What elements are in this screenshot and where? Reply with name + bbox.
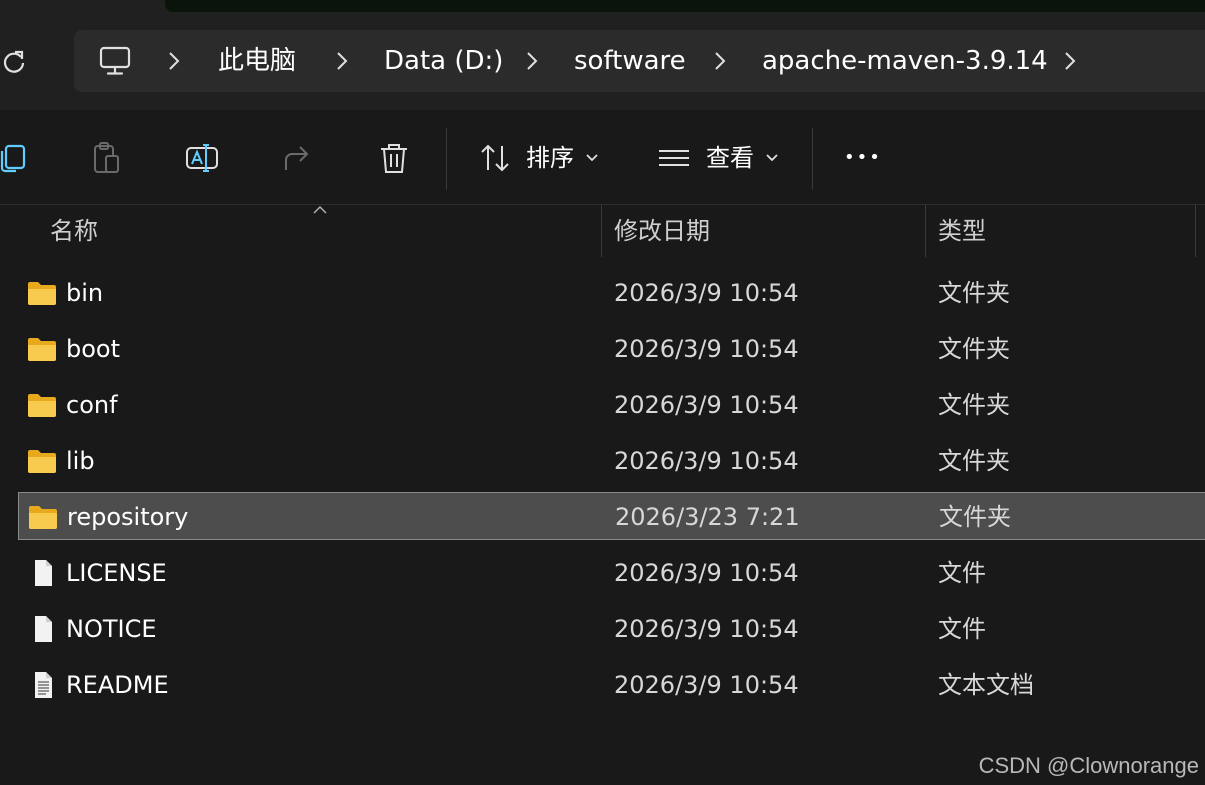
share-button[interactable] [278,138,318,178]
copy-icon [0,144,26,173]
chevron-right-icon[interactable] [524,49,540,73]
file-type: 文件 [938,615,986,643]
refresh-icon [3,50,25,73]
chevron-down-icon[interactable] [756,138,788,178]
file-row-selected[interactable]: repository 2026/3/23 7:21 文件夹 [18,492,1205,540]
watermark-text: CSDN @Clownorange [978,753,1199,778]
column-divider[interactable] [601,205,602,257]
sort-ascending-caret-icon [313,205,327,214]
column-divider[interactable] [1195,205,1196,257]
text-document-icon [35,672,52,698]
folder-icon [28,394,56,417]
file-name: repository [67,503,189,531]
file-row[interactable]: boot 2026/3/9 10:54 文件夹 [18,325,1205,373]
copy-button[interactable] [0,138,34,178]
file-date: 2026/3/9 10:54 [614,279,799,307]
folder-icon [28,338,56,361]
file-row[interactable]: lib 2026/3/9 10:54 文件夹 [18,437,1205,485]
rename-button[interactable] [182,138,222,178]
file-icon [35,616,52,642]
file-date: 2026/3/9 10:54 [614,447,799,475]
file-row[interactable]: NOTICE 2026/3/9 10:54 文件 [18,605,1205,653]
file-row[interactable]: README 2026/3/9 10:54 文本文档 [18,661,1205,709]
view-lines-icon[interactable] [654,138,694,178]
clipboard-icon [94,142,119,173]
file-name: bin [66,279,104,307]
file-date: 2026/3/23 7:21 [615,503,800,531]
command-bar: 排序 查看 ••• [0,110,1205,205]
this-pc-icon[interactable] [98,44,132,78]
file-name: lib [66,447,95,475]
chevron-right-icon[interactable] [166,49,182,73]
rename-icon [186,144,218,172]
chevron-right-icon[interactable] [712,49,728,73]
chevron-right-icon[interactable] [1062,49,1078,73]
more-options-button[interactable]: ••• [844,140,882,176]
file-date: 2026/3/9 10:54 [614,391,799,419]
column-header-name[interactable]: 名称 [50,213,98,249]
file-type: 文件夹 [938,279,1010,307]
file-date: 2026/3/9 10:54 [614,615,799,643]
file-row[interactable]: LICENSE 2026/3/9 10:54 文件 [18,549,1205,597]
file-row[interactable]: conf 2026/3/9 10:54 文件夹 [18,381,1205,429]
file-icon [35,560,52,586]
chevron-right-icon[interactable] [334,49,350,73]
file-type: 文件夹 [938,391,1010,419]
file-name: LICENSE [66,559,167,587]
delete-button[interactable] [374,138,414,178]
column-header-row: 名称 修改日期 类型 [0,205,1205,257]
title-area: 此电脑 Data (D:) software apache-maven-3.9.… [0,0,1205,110]
window-top-edge [165,0,1205,12]
chevron-down-icon[interactable] [576,138,608,178]
sort-icon[interactable] [476,138,516,178]
file-type: 文件夹 [939,503,1011,531]
column-header-type[interactable]: 类型 [938,213,986,249]
file-date: 2026/3/9 10:54 [614,559,799,587]
breadcrumb-data-drive[interactable]: Data (D:) [384,44,503,78]
column-divider[interactable] [925,205,926,257]
toolbar-divider [812,128,813,190]
file-row[interactable]: bin 2026/3/9 10:54 文件夹 [18,269,1205,317]
paste-button[interactable] [86,138,126,178]
file-type: 文件夹 [938,447,1010,475]
file-name: boot [66,335,121,363]
file-name: README [66,671,169,699]
folder-icon [28,282,56,305]
file-date: 2026/3/9 10:54 [614,671,799,699]
share-icon [285,146,309,170]
file-name: NOTICE [66,615,157,643]
breadcrumb-software[interactable]: software [574,44,686,78]
file-type: 文本文档 [938,671,1034,699]
file-type: 文件夹 [938,335,1010,363]
address-bar[interactable]: 此电脑 Data (D:) software apache-maven-3.9.… [74,30,1205,92]
breadcrumb-this-pc[interactable]: 此电脑 [218,44,296,78]
trash-icon [381,144,407,173]
column-header-date[interactable]: 修改日期 [614,213,710,249]
folder-icon [29,506,57,529]
toolbar-divider [446,128,447,190]
sort-button[interactable]: 排序 [526,140,574,176]
file-date: 2026/3/9 10:54 [614,335,799,363]
refresh-button[interactable] [0,46,28,76]
view-button[interactable]: 查看 [706,140,754,176]
file-type: 文件 [938,559,986,587]
file-name: conf [66,391,118,419]
folder-icon [28,450,56,473]
breadcrumb-apache-maven[interactable]: apache-maven-3.9.14 [762,44,1048,78]
